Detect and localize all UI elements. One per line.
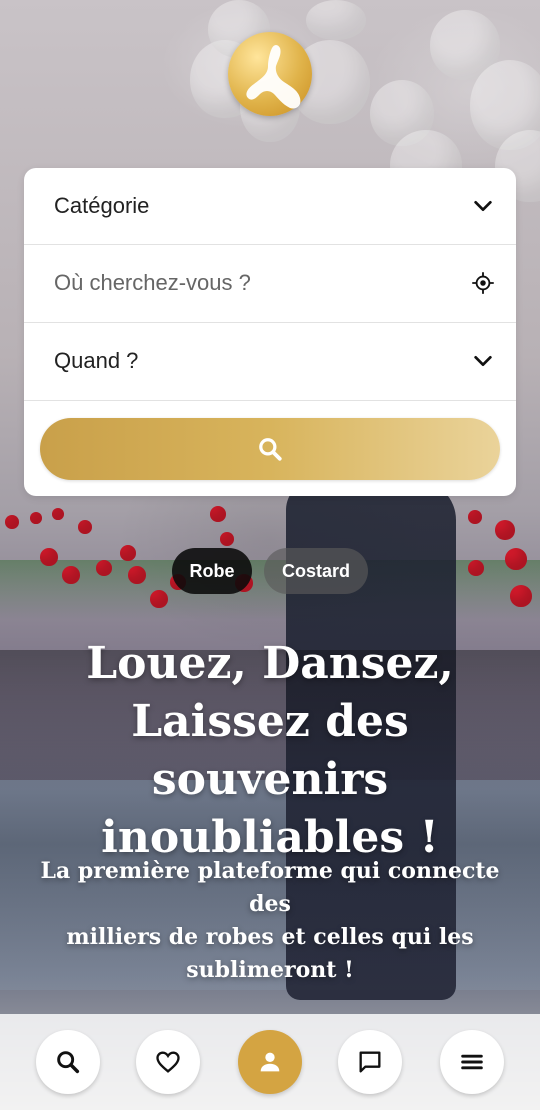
hero-headline: Louez, Dansez, Laissez des souvenirs ino…: [18, 635, 522, 867]
chevron-down-icon: [474, 200, 492, 212]
balloon: [5, 515, 19, 529]
chevron-down-icon: [474, 355, 492, 367]
user-icon: [260, 1052, 280, 1072]
balloon: [150, 590, 168, 608]
balloon: [505, 548, 527, 570]
nav-favorites-button[interactable]: [136, 1030, 200, 1094]
nav-profile-button[interactable]: [238, 1030, 302, 1094]
chip-robe[interactable]: Robe: [172, 548, 252, 594]
balloon: [510, 585, 532, 607]
location-input[interactable]: Où cherchez-vous ?: [24, 245, 516, 321]
search-button[interactable]: [40, 418, 500, 480]
balloon: [52, 508, 64, 520]
balloon: [128, 566, 146, 584]
nav-messages-button[interactable]: [338, 1030, 402, 1094]
balloon: [220, 532, 234, 546]
divider: [24, 400, 516, 401]
hamburger-menu-icon: [461, 1054, 483, 1070]
balloon: [30, 512, 42, 524]
balloon: [62, 566, 80, 584]
locate-target-icon[interactable]: [472, 272, 494, 294]
balloon: [40, 548, 58, 566]
search-icon: [259, 438, 282, 461]
logo: [228, 32, 312, 116]
headline-line: Laissez des souvenirs: [131, 696, 409, 805]
chip-label: Costard: [281, 560, 350, 581]
chat-icon: [359, 1051, 381, 1073]
headline-line: Louez, Dansez,: [86, 638, 454, 689]
nav-search-button[interactable]: [36, 1030, 100, 1094]
date-select[interactable]: Quand ?: [24, 323, 516, 399]
balloon: [306, 0, 366, 40]
balloon: [78, 520, 92, 534]
subline-line: La première plateforme qui connecte des: [40, 858, 500, 917]
search-card: Catégorie Où cherchez-vous ? Quand ?: [24, 168, 516, 496]
when-label: Quand ?: [54, 348, 139, 373]
bottom-nav: [0, 1014, 540, 1110]
subline-line: milliers de robes et celles qui les: [66, 924, 474, 950]
category-label: Catégorie: [54, 193, 150, 218]
logo-mark: [246, 45, 301, 109]
balloon: [120, 545, 136, 561]
location-placeholder: Où cherchez-vous ?: [54, 270, 251, 295]
nav-menu-button[interactable]: [440, 1030, 504, 1094]
balloon: [495, 520, 515, 540]
subline-line: sublimeront !: [186, 957, 354, 983]
category-select[interactable]: Catégorie: [24, 168, 516, 244]
balloon: [468, 510, 482, 524]
balloon: [468, 560, 484, 576]
hero-subline: La première plateforme qui connecte des …: [18, 855, 522, 987]
heart-icon: [156, 1051, 180, 1073]
balloon: [96, 560, 112, 576]
chip-label: Robe: [189, 560, 235, 581]
chip-costard[interactable]: Costard: [264, 548, 368, 594]
search-icon: [57, 1051, 80, 1074]
balloon: [210, 506, 226, 522]
